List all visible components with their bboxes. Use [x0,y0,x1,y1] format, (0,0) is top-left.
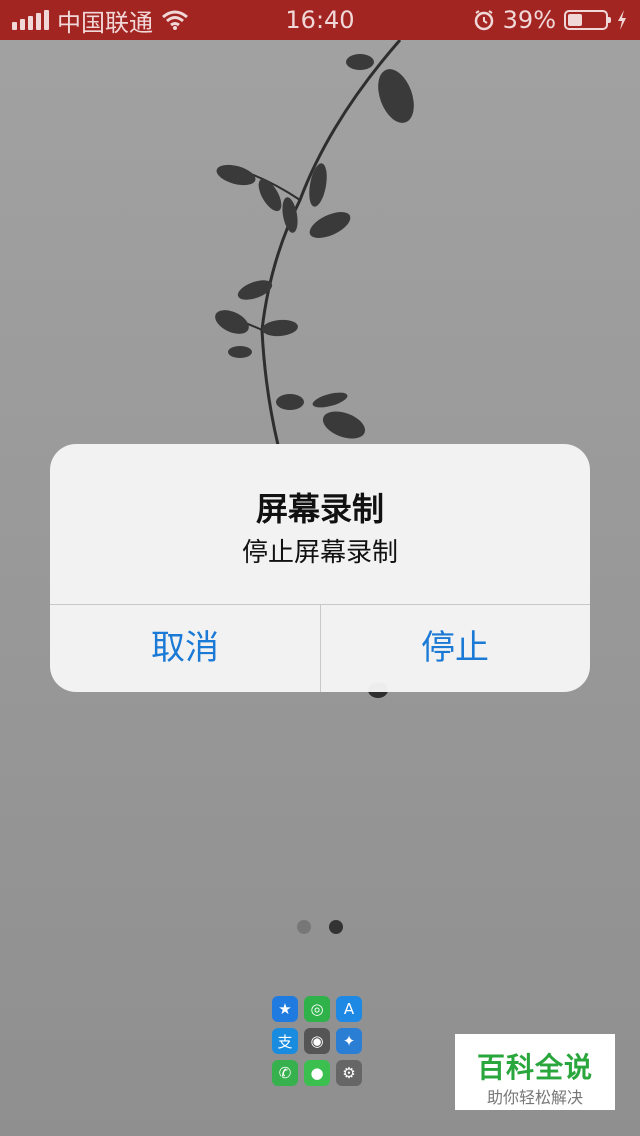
app-store-icon[interactable]: ★ [272,996,298,1022]
stop-button[interactable]: 停止 [320,605,590,692]
camera-icon[interactable]: ◉ [304,1028,330,1054]
watermark-title: 百科全说 [476,1051,593,1084]
cancel-button[interactable]: 取消 [50,605,320,692]
page-dot-active[interactable] [329,920,343,934]
page-dot[interactable] [297,920,311,934]
alert-title: 屏幕录制 [255,490,384,528]
battery-level [568,14,583,26]
alert-message: 停止屏幕录制 [241,538,398,568]
alarm-icon [474,10,493,31]
messages-icon[interactable]: ● [304,1060,330,1086]
watermark-logo: 百科全说 助你轻松解决 [455,1034,615,1110]
alipay-icon[interactable]: 支 [272,1028,298,1054]
app-folder[interactable]: ★ ◎ A 支 ◉ ✦ ✆ ● ⚙ [272,996,368,1092]
safari-icon[interactable]: ✦ [336,1028,362,1054]
battery-percent: 39% [502,6,556,34]
settings-icon[interactable]: ⚙ [336,1060,362,1086]
charging-icon [618,10,626,30]
wechat-icon[interactable]: ◎ [304,996,330,1022]
alert-dialog: 屏幕录制 停止屏幕录制 取消 停止 [50,444,590,692]
battery-icon [564,10,611,30]
app-store-a-icon[interactable]: A [336,996,362,1022]
watermark-subtitle: 助你轻松解决 [486,1088,583,1107]
page-indicator[interactable] [0,920,640,934]
status-bar: 中国联通 16:40 39% [0,0,640,40]
phone-icon[interactable]: ✆ [272,1060,298,1086]
